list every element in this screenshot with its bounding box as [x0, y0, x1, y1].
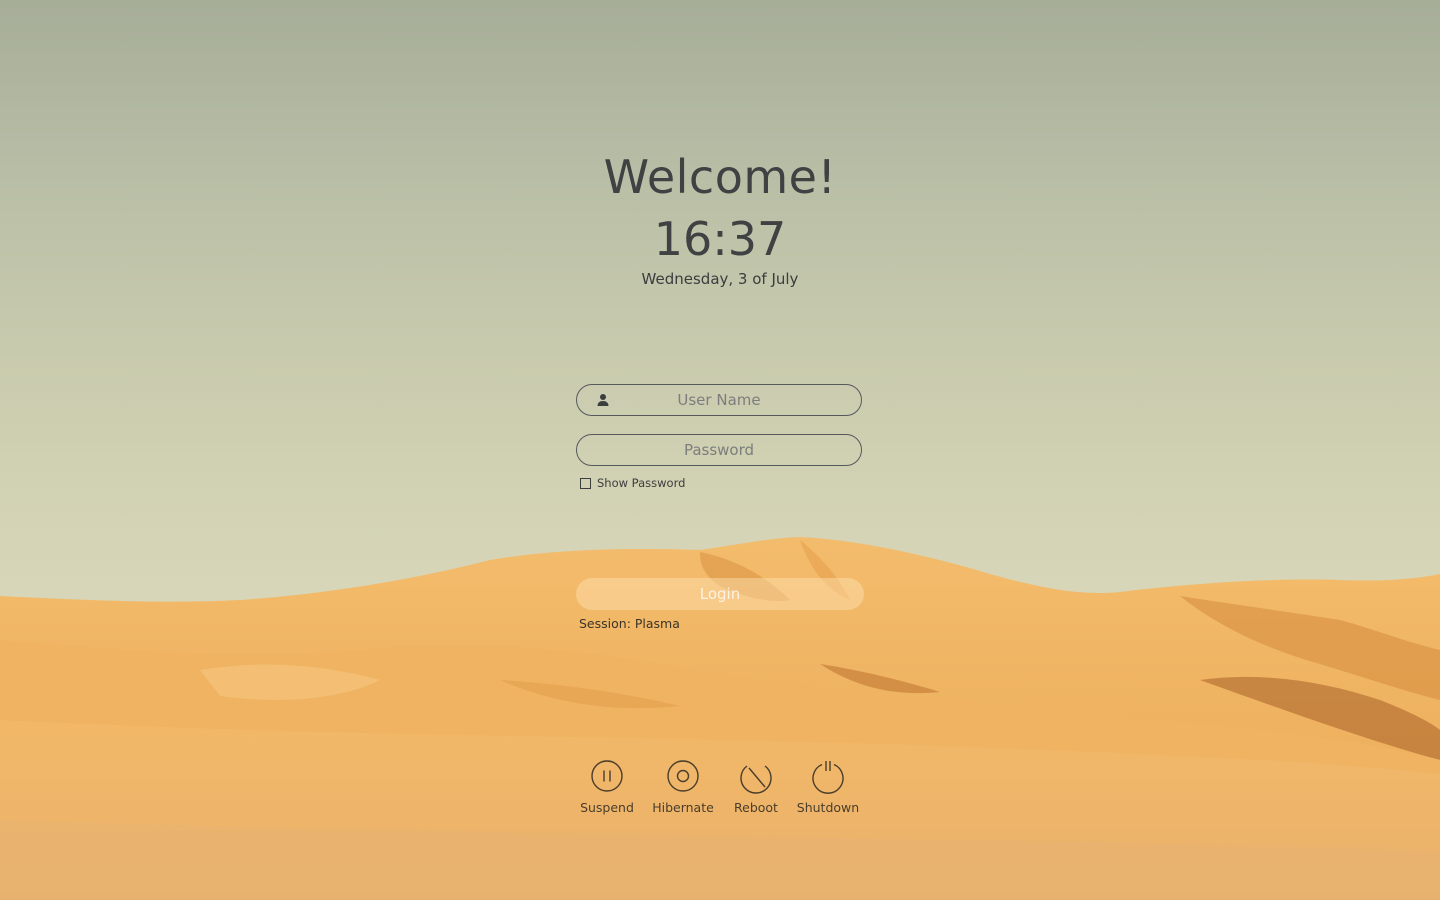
power-actions: Suspend Hibernate Reboot Shutdown	[0, 760, 1440, 820]
show-password-toggle[interactable]: Show Password	[580, 476, 685, 490]
username-input[interactable]	[577, 385, 861, 415]
shutdown-button[interactable]: Shutdown	[783, 760, 873, 815]
session-selector[interactable]: Session: Plasma	[579, 616, 680, 631]
clock-time: 16:37	[653, 212, 787, 266]
shutdown-label: Shutdown	[796, 800, 860, 815]
hibernate-icon	[667, 760, 699, 792]
reboot-icon	[740, 765, 772, 794]
login-button[interactable]: Login	[576, 578, 864, 610]
shutdown-icon	[812, 761, 844, 794]
username-field[interactable]	[576, 384, 862, 416]
suspend-icon	[591, 760, 623, 792]
password-field[interactable]	[576, 434, 862, 466]
show-password-label: Show Password	[597, 476, 686, 490]
clock-date: Wednesday, 3 of July	[641, 270, 799, 288]
show-password-checkbox[interactable]	[580, 477, 591, 489]
login-screen: Welcome! 16:37 Wednesday, 3 of July Show…	[0, 0, 1440, 900]
password-input[interactable]	[577, 435, 861, 465]
welcome-heading: Welcome!	[603, 150, 837, 204]
